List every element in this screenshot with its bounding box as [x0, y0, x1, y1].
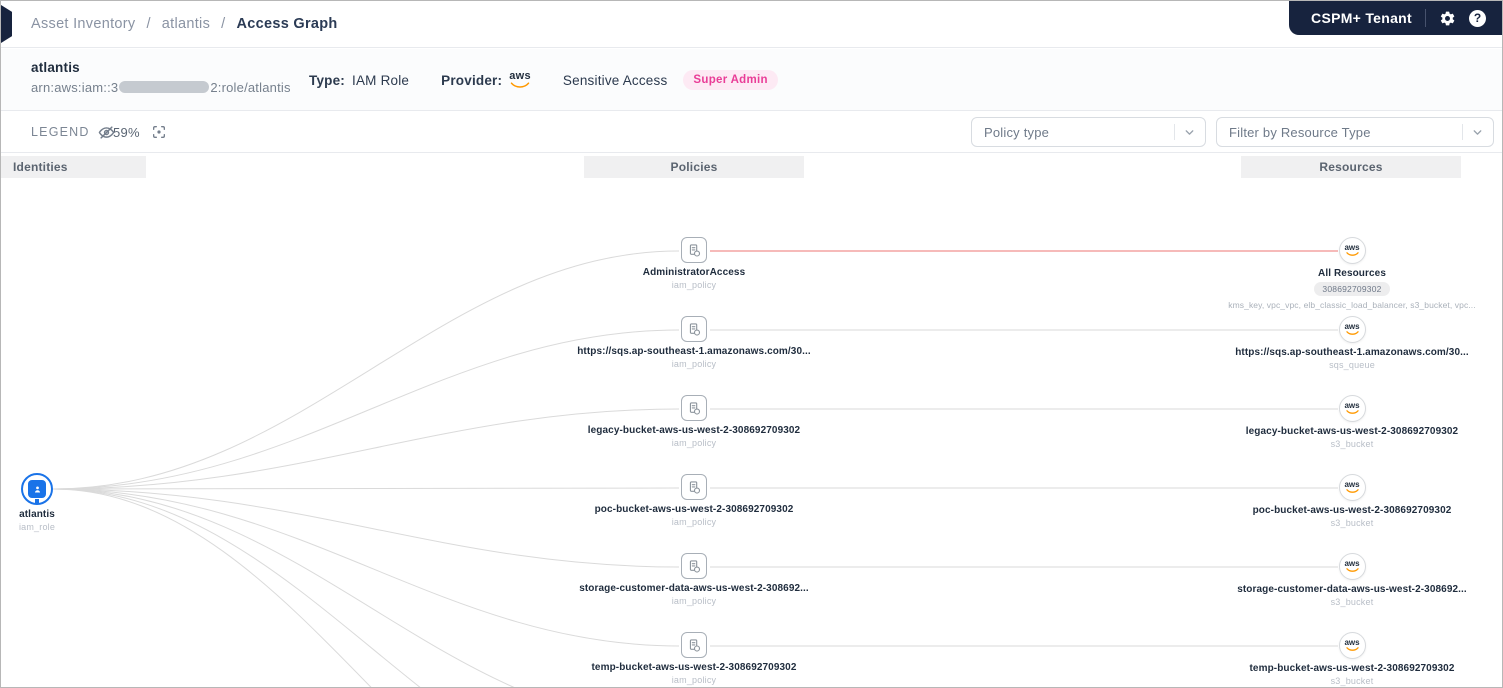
policy-name: AdministratorAccess	[642, 267, 746, 278]
type-label: Type:	[309, 72, 346, 88]
policy-name: https://sqs.ap-southeast-1.amazonaws.com…	[577, 346, 811, 357]
aws-resource-icon: aws	[1338, 553, 1366, 580]
type-value: IAM Role	[352, 72, 410, 88]
policy-type: iam_policy	[671, 675, 717, 685]
provider-label: Provider:	[441, 72, 503, 88]
resource-node[interactable]: aws temp-bucket-aws-us-west-2-3086927093…	[1192, 632, 1502, 686]
resource-node[interactable]: aws legacy-bucket-aws-us-west-2-30869270…	[1192, 395, 1502, 449]
resource-filter-placeholder: Filter by Resource Type	[1229, 124, 1371, 140]
asset-name: atlantis	[31, 60, 80, 75]
iam-policy-icon	[681, 395, 707, 421]
resource-type: s3_bucket	[1330, 597, 1374, 607]
resource-node[interactable]: aws storage-customer-data-aws-us-west-2-…	[1192, 553, 1502, 607]
resource-type: s3_bucket	[1330, 439, 1374, 449]
column-header-identities: Identities	[1, 156, 146, 178]
column-header-resources: Resources	[1241, 156, 1461, 178]
tenant-divider	[1425, 9, 1426, 27]
asset-header: atlantis arn:aws:iam::3 2:role/atlantis T…	[1, 49, 1502, 111]
resource-types-list: kms_key, vpc_vpc, elb_classic_load_balan…	[1228, 300, 1476, 310]
legend-label: LEGEND	[31, 125, 90, 139]
breadcrumb-atlantis[interactable]: atlantis	[162, 16, 210, 32]
policy-node[interactable]: https://sqs.ap-southeast-1.amazonaws.com…	[534, 316, 854, 369]
policy-name: legacy-bucket-aws-us-west-2-308692709302	[587, 425, 801, 436]
column-header-policies: Policies	[584, 156, 804, 178]
aws-resource-icon: aws	[1338, 316, 1366, 343]
arn-suffix: 2:role/atlantis	[210, 80, 291, 95]
resource-name: legacy-bucket-aws-us-west-2-308692709302	[1245, 426, 1459, 437]
zoom-level: 59%	[113, 124, 140, 140]
breadcrumb: Asset Inventory / atlantis / Access Grap…	[31, 1, 338, 47]
top-bar: Asset Inventory / atlantis / Access Grap…	[1, 1, 1502, 48]
sensitive-access-badge: Super Admin	[683, 70, 778, 90]
iam-role-icon	[21, 473, 53, 505]
sensitive-access-label: Sensitive Access	[562, 72, 668, 88]
policy-node[interactable]: legacy-bucket-aws-us-west-2-308692709302…	[534, 395, 854, 448]
breadcrumb-asset-inventory[interactable]: Asset Inventory	[31, 16, 135, 32]
policy-name: poc-bucket-aws-us-west-2-308692709302	[594, 504, 794, 515]
policy-name: temp-bucket-aws-us-west-2-308692709302	[591, 662, 797, 673]
resource-name: poc-bucket-aws-us-west-2-308692709302	[1252, 505, 1452, 516]
arn-prefix: arn:aws:iam::3	[31, 80, 119, 95]
policy-node[interactable]: storage-customer-data-aws-us-west-2-3086…	[534, 553, 854, 606]
resource-name: storage-customer-data-aws-us-west-2-3086…	[1237, 584, 1467, 595]
resource-type: s3_bucket	[1330, 518, 1374, 528]
asset-arn: arn:aws:iam::3 2:role/atlantis	[31, 80, 291, 95]
aws-resource-icon: aws	[1338, 395, 1366, 422]
resource-type-filter-select[interactable]: Filter by Resource Type	[1216, 117, 1494, 147]
breadcrumb-separator: /	[221, 16, 226, 32]
policy-node[interactable]: AdministratorAccess iam_policy	[534, 237, 854, 290]
asset-meta: Type: IAM Role Provider: aws Sensitive A…	[309, 49, 778, 111]
aws-resource-icon: aws	[1338, 632, 1366, 659]
policy-node[interactable]: poc-bucket-aws-us-west-2-308692709302 ia…	[534, 474, 854, 527]
identity-type: iam_role	[18, 522, 56, 532]
arn-redaction-blob	[119, 81, 210, 93]
iam-policy-icon	[681, 316, 707, 342]
graph-toolbar: LEGEND 59% Policy type Filter by Resourc…	[1, 111, 1502, 153]
policy-type-select[interactable]: Policy type	[971, 117, 1206, 147]
identity-name: atlantis	[19, 509, 55, 520]
resource-node[interactable]: aws https://sqs.ap-southeast-1.amazonaws…	[1192, 316, 1502, 370]
center-graph-icon[interactable]	[151, 111, 167, 153]
tenant-box: CSPM+ Tenant ?	[1289, 1, 1502, 35]
resource-name: https://sqs.ap-southeast-1.amazonaws.com…	[1235, 347, 1469, 358]
aws-resource-icon: aws	[1338, 237, 1366, 264]
policy-type-placeholder: Policy type	[984, 124, 1050, 140]
policy-node[interactable]: temp-bucket-aws-us-west-2-308692709302 i…	[534, 632, 854, 685]
policy-type: iam_policy	[671, 280, 717, 290]
resource-type: s3_bucket	[1330, 676, 1374, 686]
chevron-down-icon[interactable]	[1471, 126, 1484, 139]
policy-type: iam_policy	[671, 517, 717, 527]
settings-gear-icon[interactable]	[1439, 10, 1456, 27]
access-graph-canvas[interactable]: atlantis iam_role AdministratorAccess ia…	[1, 178, 1502, 687]
iam-policy-icon	[681, 553, 707, 579]
resource-node[interactable]: aws poc-bucket-aws-us-west-2-30869270930…	[1192, 474, 1502, 528]
identity-node-atlantis[interactable]: atlantis iam_role	[1, 473, 97, 532]
policy-type: iam_policy	[671, 359, 717, 369]
policy-name: storage-customer-data-aws-us-west-2-3086…	[579, 583, 809, 594]
policy-type: iam_policy	[671, 596, 717, 606]
resource-name: temp-bucket-aws-us-west-2-308692709302	[1249, 663, 1455, 674]
iam-policy-icon	[681, 237, 707, 263]
iam-policy-icon	[681, 474, 707, 500]
resource-type: sqs_queue	[1329, 360, 1375, 370]
breadcrumb-access-graph: Access Graph	[236, 16, 338, 32]
iam-policy-icon	[681, 632, 707, 658]
tenant-label[interactable]: CSPM+ Tenant	[1311, 10, 1412, 26]
account-badge: 308692709302	[1314, 282, 1390, 296]
aws-provider-icon: aws	[509, 71, 531, 89]
resource-node[interactable]: aws All Resources 308692709302 kms_key, …	[1192, 237, 1502, 310]
chevron-down-icon[interactable]	[1183, 126, 1196, 139]
app-logo-fragment	[1, 5, 12, 43]
policy-type: iam_policy	[671, 438, 717, 448]
aws-resource-icon: aws	[1338, 474, 1366, 501]
legend-toggle[interactable]: LEGEND	[31, 111, 115, 153]
breadcrumb-separator: /	[146, 16, 151, 32]
resource-name: All Resources	[1318, 268, 1386, 279]
access-graph-page: Asset Inventory / atlantis / Access Grap…	[0, 0, 1503, 688]
help-icon[interactable]: ?	[1469, 9, 1486, 27]
